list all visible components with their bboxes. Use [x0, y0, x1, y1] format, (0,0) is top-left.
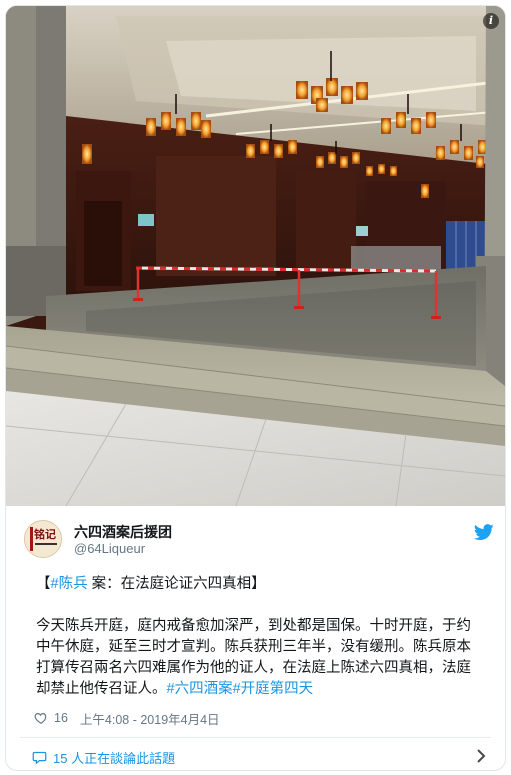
author-name[interactable]: 六四酒案后援团: [74, 522, 172, 542]
courtroom-photo: [6, 6, 505, 506]
tweet-header: 铭记 六四酒案后援团 @64Liqueur: [24, 520, 494, 564]
tweet-body: 今天陈兵开庭，庭内戒备愈加深严，到处都是国保。十时开庭，于约中午休庭，延至三时才…: [36, 616, 484, 700]
chevron-right-icon[interactable]: [476, 749, 486, 763]
avatar[interactable]: 铭记: [24, 520, 62, 558]
info-icon[interactable]: i: [483, 13, 499, 29]
tweet-card[interactable]: i 铭记 六四酒案后援团 @64Liqueur 【#陈兵 案：在法庭论证六四真相…: [5, 5, 506, 771]
divider: [20, 737, 491, 738]
timestamp[interactable]: 上午4:08 - 2019年4月4日: [80, 709, 220, 728]
like-count[interactable]: 16: [54, 711, 68, 725]
hashtag-link[interactable]: #开庭第四天: [233, 681, 314, 697]
conversation-link[interactable]: 15 人正在談論此話題: [32, 746, 492, 768]
hashtag-link[interactable]: #陈兵: [51, 576, 88, 592]
twitter-bird-icon[interactable]: [474, 524, 494, 541]
author-handle[interactable]: @64Liqueur: [74, 541, 145, 556]
tweet-meta: 16 上午4:08 - 2019年4月4日: [34, 709, 220, 727]
hashtag-link[interactable]: #六四酒案: [167, 681, 233, 697]
headline-rest: 案：在法庭论证六四真相】: [87, 576, 266, 592]
conversation-text: 15 人正在談論此話題: [53, 750, 176, 766]
headline-prefix: 【: [36, 576, 51, 592]
tweet-headline: 【#陈兵 案：在法庭论证六四真相】: [36, 574, 484, 595]
tweet-photo[interactable]: i: [6, 6, 505, 506]
tweet-text: 【#陈兵 案：在法庭论证六四真相】 今天陈兵开庭，庭内戒备愈加深严，到处都是国保…: [36, 574, 484, 700]
heart-icon[interactable]: [34, 711, 48, 725]
speech-bubble-icon: [32, 751, 47, 764]
avatar-text-1: 铭记: [34, 527, 56, 541]
